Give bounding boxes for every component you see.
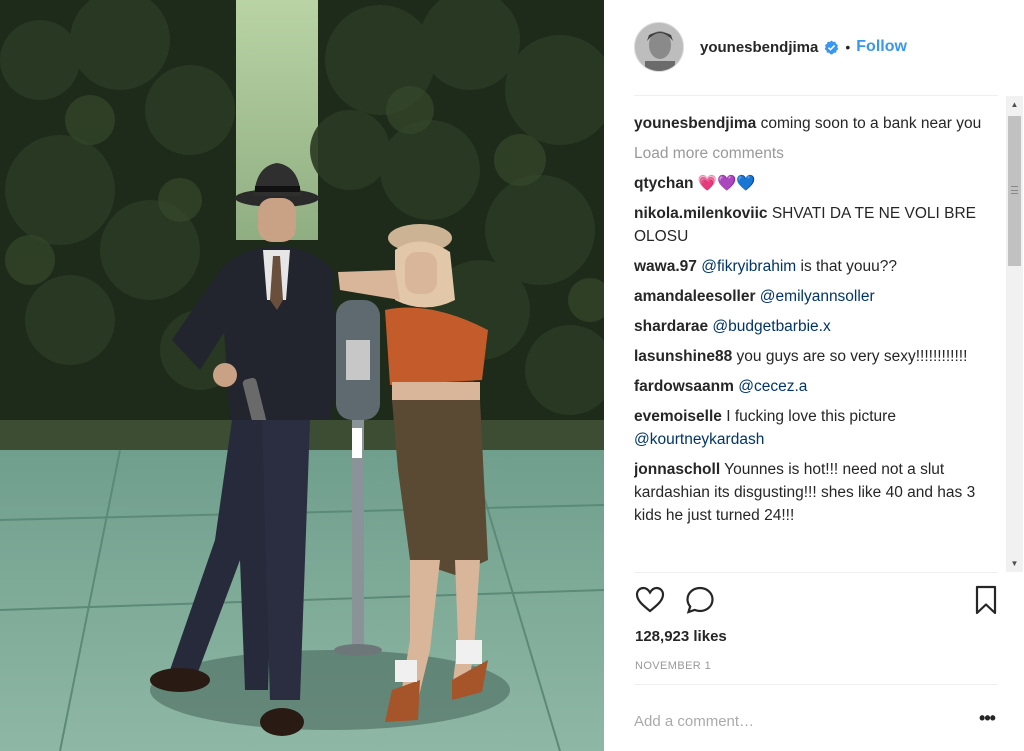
comment-username[interactable]: nikola.milenkoviic (634, 205, 768, 222)
comment-text: I fucking love this picture (726, 408, 896, 425)
scroll-up-arrow-icon[interactable]: ▲ (1006, 96, 1023, 113)
caption-username[interactable]: younesbendjima (634, 115, 756, 132)
author-username[interactable]: younesbendjima (700, 39, 818, 56)
list-item: shardarae @budgetbarbie.x (634, 315, 1004, 338)
list-item: wawa.97 @fikryibrahim is that youu?? (634, 255, 1004, 278)
list-item: nikola.milenkoviic SHVATI DA TE NE VOLI … (634, 202, 1004, 248)
comment-username[interactable]: amandaleesoller (634, 288, 755, 305)
list-item: lasunshine88 you guys are so very sexy!!… (634, 345, 1004, 368)
scroll-down-arrow-icon[interactable]: ▼ (1006, 555, 1023, 572)
comment-text: is that youu?? (800, 258, 898, 275)
comment-divider (634, 684, 998, 685)
add-comment-input[interactable] (634, 708, 964, 734)
speech-bubble-icon[interactable] (684, 584, 716, 616)
caption: younesbendjima coming soon to a bank nea… (634, 112, 1004, 135)
list-item: qtychan 💗💜💙 (634, 172, 1004, 195)
comment-username[interactable]: shardarae (634, 318, 708, 335)
follow-button[interactable]: Follow (856, 38, 907, 56)
comment-username[interactable]: wawa.97 (634, 258, 697, 275)
scrollbar-thumb[interactable] (1008, 116, 1021, 266)
post-actions (634, 584, 998, 616)
comment-text: you guys are so very sexy!!!!!!!!!!!! (736, 348, 968, 365)
comment-mention[interactable]: @fikryibrahim (701, 258, 796, 275)
avatar[interactable] (634, 22, 684, 72)
post-header: younesbendjima • Follow (634, 18, 998, 76)
caption-text: coming soon to a bank near you (760, 115, 982, 132)
comments-list[interactable]: younesbendjima coming soon to a bank nea… (634, 112, 1004, 572)
actions-divider (634, 572, 998, 573)
more-options-button[interactable]: ••• (976, 708, 998, 734)
comment-mention[interactable]: @kourtneykardash (634, 431, 764, 448)
list-item: fardowsaanm @cecez.a (634, 375, 1004, 398)
grip-icon (1011, 186, 1018, 194)
avatar-image (635, 23, 683, 71)
header-divider (634, 95, 998, 96)
comment-mention[interactable]: @emilyannsoller (760, 288, 875, 305)
photo-illustration (0, 0, 604, 751)
comment-username[interactable]: lasunshine88 (634, 348, 732, 365)
verified-badge-icon (824, 39, 839, 55)
post-photo[interactable] (0, 0, 604, 751)
comment-username[interactable]: evemoiselle (634, 408, 722, 425)
comment-text: 💗💜💙 (697, 175, 756, 192)
post-details-panel: younesbendjima • Follow younesbendjima c… (604, 0, 1024, 751)
list-item: jonnascholl Younnes is hot!!! need not a… (634, 458, 1004, 527)
separator-dot: • (845, 39, 851, 55)
comments-scrollbar[interactable]: ▲ ▼ (1006, 96, 1023, 572)
likes-count[interactable]: 128,923 likes (635, 628, 727, 645)
list-item: evemoiselle I fucking love this picture … (634, 405, 1004, 451)
heart-icon[interactable] (634, 584, 666, 616)
comment-username[interactable]: jonnascholl (634, 461, 720, 478)
comment-username[interactable]: qtychan (634, 175, 693, 192)
comment-mention[interactable]: @budgetbarbie.x (712, 318, 830, 335)
load-more-comments-button[interactable]: Load more comments (634, 142, 1004, 165)
post-date: NOVEMBER 1 (635, 660, 712, 672)
comment-username[interactable]: fardowsaanm (634, 378, 734, 395)
bookmark-icon[interactable] (970, 584, 1002, 616)
list-item: amandaleesoller @emilyannsoller (634, 285, 1004, 308)
comment-mention[interactable]: @cecez.a (738, 378, 807, 395)
